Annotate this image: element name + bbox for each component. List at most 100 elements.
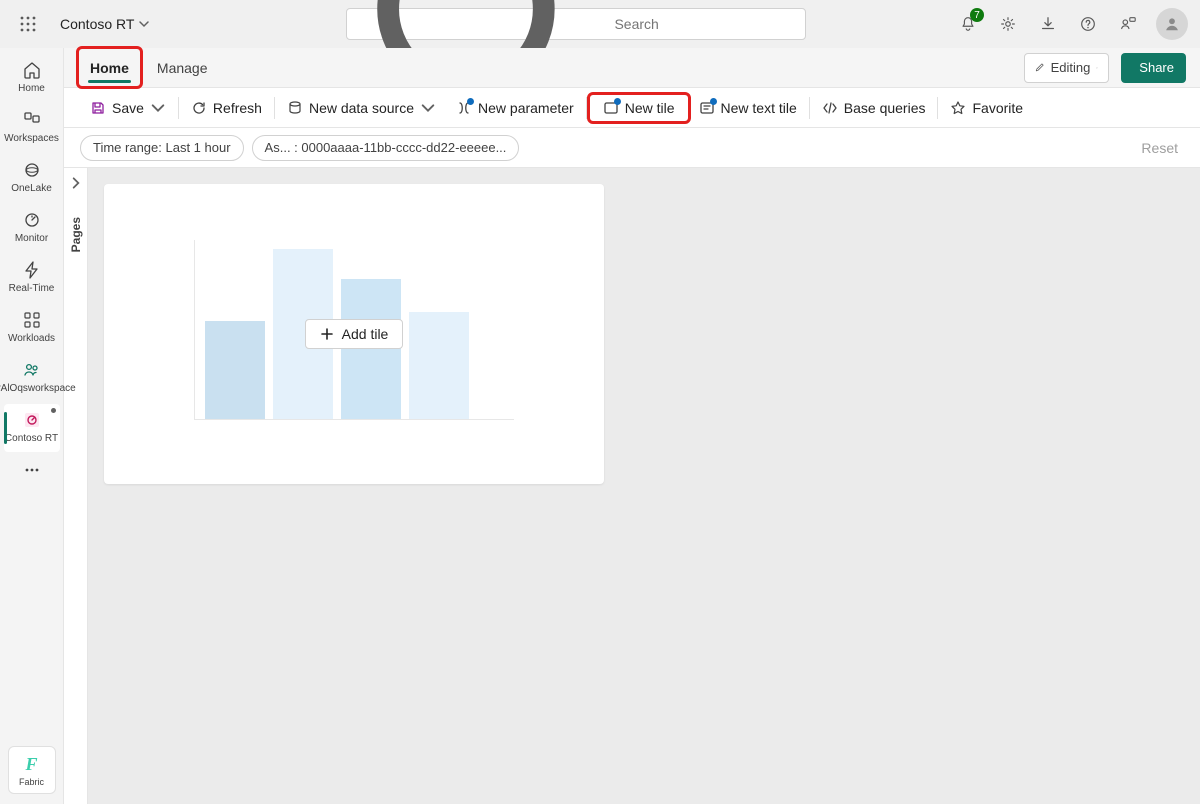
reset-button[interactable]: Reset (1129, 140, 1184, 156)
settings-button[interactable] (990, 6, 1026, 42)
gear-icon (999, 15, 1017, 33)
nav-label: Real-Time (9, 283, 55, 294)
chevron-down-icon (138, 18, 150, 30)
nav-label: myAlOqsworkspace (0, 383, 76, 394)
fabric-icon: F (25, 754, 37, 775)
pages-label: Pages (69, 217, 83, 252)
download-button[interactable] (1030, 6, 1066, 42)
onelake-icon (22, 160, 42, 180)
help-button[interactable] (1070, 6, 1106, 42)
feedback-button[interactable] (1110, 6, 1146, 42)
new-data-source-button[interactable]: New data source (277, 94, 446, 122)
main-area: Home Manage Editing Share Save (64, 48, 1200, 804)
share-button[interactable]: Share (1121, 53, 1186, 83)
realtime-icon (22, 260, 42, 280)
chevron-down-icon (1096, 62, 1098, 74)
parameter-icon (456, 100, 472, 116)
text-tile-icon (699, 100, 715, 116)
nav-label: Workloads (8, 333, 55, 344)
fabric-switcher[interactable]: F Fabric (8, 746, 56, 794)
workspace-breadcrumb[interactable]: Contoso RT (52, 10, 158, 38)
nav-onelake[interactable]: OneLake (4, 154, 60, 202)
ribbon-label: Favorite (972, 100, 1023, 116)
share-label: Share (1139, 60, 1174, 75)
notifications-button[interactable]: 7 (950, 6, 986, 42)
notification-badge: 7 (970, 8, 984, 22)
empty-tile[interactable]: Add tile (104, 184, 604, 484)
save-button[interactable]: Save (80, 94, 176, 122)
ribbon-label: New text tile (721, 100, 797, 116)
chevron-down-icon (420, 100, 436, 116)
nav-workspaces[interactable]: Workspaces (4, 104, 60, 152)
nav-realtime[interactable]: Real-Time (4, 254, 60, 302)
editing-label: Editing (1051, 60, 1091, 75)
ribbon: Save Refresh New data source New paramet… (64, 88, 1200, 128)
tabs-row: Home Manage Editing Share (64, 48, 1200, 88)
pages-rail[interactable]: Pages (64, 168, 88, 804)
base-queries-button[interactable]: Base queries (812, 94, 936, 122)
ribbon-label: New data source (309, 100, 414, 116)
refresh-icon (191, 100, 207, 116)
person-feedback-icon (1119, 15, 1137, 33)
topbar: Contoso RT 7 (0, 0, 1200, 48)
time-range-pill[interactable]: Time range: Last 1 hour (80, 135, 244, 161)
star-icon (950, 100, 966, 116)
nav-label: Workspaces (4, 133, 59, 144)
chevron-right-icon[interactable] (69, 176, 83, 193)
nav-workloads[interactable]: Workloads (4, 304, 60, 352)
nav-monitor[interactable]: Monitor (4, 204, 60, 252)
nav-contoso-rt[interactable]: Contoso RT (4, 404, 60, 452)
more-icon (22, 460, 42, 480)
add-tile-button[interactable]: Add tile (305, 319, 404, 349)
save-icon (90, 100, 106, 116)
left-nav: Home Workspaces OneLake Monitor Real-Tim… (0, 48, 64, 804)
new-tile-button[interactable]: New tile (589, 94, 689, 122)
refresh-button[interactable]: Refresh (181, 94, 272, 122)
search-input[interactable] (614, 16, 795, 32)
nav-my-workspace[interactable]: myAlOqsworkspace (4, 354, 60, 402)
people-icon (22, 360, 42, 380)
asset-pill[interactable]: As... : 0000aaaa-11bb-cccc-dd22-eeeee... (252, 135, 520, 161)
download-icon (1039, 15, 1057, 33)
ribbon-label: Save (112, 100, 144, 116)
plus-icon (320, 327, 334, 341)
canvas[interactable]: Add tile (88, 168, 1200, 804)
nav-label: Home (18, 83, 45, 94)
reset-label: Reset (1141, 140, 1178, 156)
add-tile-label: Add tile (342, 326, 389, 342)
person-icon (1163, 15, 1181, 33)
search-box[interactable] (346, 8, 806, 40)
ribbon-label: Base queries (844, 100, 926, 116)
nav-label: OneLake (11, 183, 52, 194)
nav-more[interactable] (4, 454, 60, 488)
nav-label: Monitor (15, 233, 48, 244)
tab-label: Home (90, 60, 129, 76)
home-icon (22, 60, 42, 80)
ribbon-label: Refresh (213, 100, 262, 116)
tab-label: Manage (157, 60, 208, 76)
monitor-icon (22, 210, 42, 230)
chevron-down-icon (150, 100, 166, 116)
ribbon-label: New tile (625, 100, 675, 116)
tile-icon (603, 100, 619, 116)
nav-label: Contoso RT (5, 433, 58, 444)
nav-home[interactable]: Home (4, 54, 60, 102)
fabric-label: Fabric (19, 777, 44, 787)
favorite-button[interactable]: Favorite (940, 94, 1033, 122)
pencil-icon (1035, 62, 1045, 72)
new-parameter-button[interactable]: New parameter (446, 94, 584, 122)
workspace-name: Contoso RT (60, 16, 134, 32)
workspaces-icon (22, 110, 42, 130)
pill-label: Time range: Last 1 hour (93, 140, 231, 155)
database-icon (287, 100, 303, 116)
workloads-icon (22, 310, 42, 330)
dashboard-icon (22, 410, 42, 430)
code-icon (822, 100, 838, 116)
tab-manage[interactable]: Manage (145, 48, 220, 87)
app-launcher-icon[interactable] (12, 8, 44, 40)
ribbon-label: New parameter (478, 100, 574, 116)
editing-dropdown[interactable]: Editing (1024, 53, 1110, 83)
tab-home[interactable]: Home (78, 48, 141, 87)
avatar[interactable] (1156, 8, 1188, 40)
new-text-tile-button[interactable]: New text tile (689, 94, 807, 122)
